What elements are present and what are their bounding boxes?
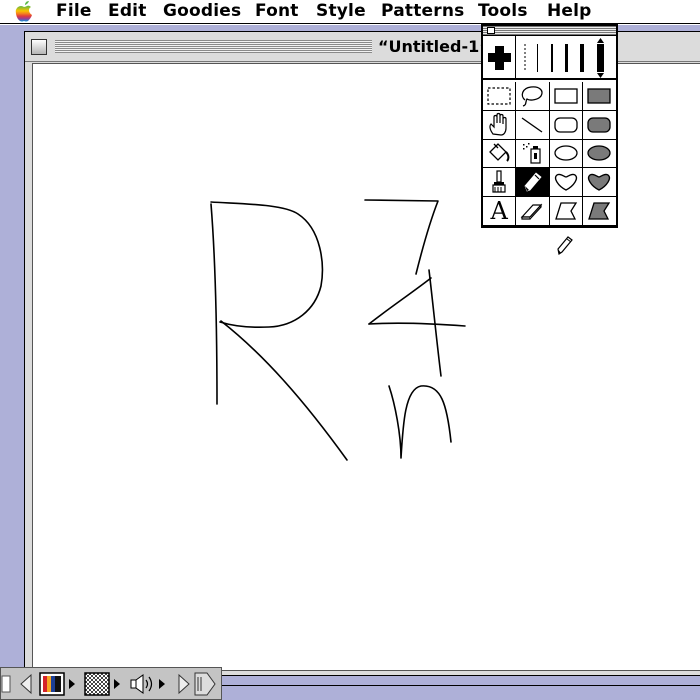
lasso-icon [522, 86, 543, 107]
title-bar-stripes [55, 40, 375, 53]
filled-oval-tool[interactable] [582, 139, 616, 169]
control-strip [0, 667, 222, 700]
tool-grid: A [483, 82, 616, 226]
filled-freeform-shape-icon [588, 174, 611, 192]
stroke-seven [364, 199, 439, 275]
text-tool-icon: A [490, 197, 508, 226]
palette-close-icon[interactable] [487, 27, 495, 34]
grabber-hand-tool[interactable] [483, 110, 517, 140]
speaker-volume-icon[interactable] [128, 671, 172, 697]
palette-top-row [483, 36, 616, 80]
stroke-r-leg [220, 320, 348, 461]
stroke-r-bowl [210, 201, 324, 329]
stroke-four-stem [428, 269, 442, 377]
filled-polygon-icon [588, 202, 611, 220]
filled-rounded-rectangle-icon [587, 117, 612, 133]
text-tool[interactable]: A [483, 197, 517, 226]
rectangle-tool[interactable] [549, 82, 583, 111]
polygon-tool[interactable] [549, 197, 583, 226]
menu-edit[interactable]: Edit [108, 0, 147, 24]
oval-tool[interactable] [549, 139, 583, 169]
paintbrush-icon [492, 170, 506, 193]
menu-help[interactable]: Help [547, 0, 592, 24]
menu-bar: File Edit Goodies Font Style Patterns To… [0, 0, 700, 24]
menu-style[interactable]: Style [316, 0, 366, 24]
window-title: “Untitled-1” [372, 36, 496, 58]
menu-patterns[interactable]: Patterns [381, 0, 464, 24]
menu-goodies[interactable]: Goodies [163, 0, 241, 24]
spray-can-tool[interactable] [516, 139, 550, 169]
filled-freeform-shape-tool[interactable] [582, 168, 616, 198]
crosshair-icon [488, 46, 511, 70]
filled-rounded-rectangle-tool[interactable] [582, 110, 616, 140]
control-strip-baseline [222, 685, 700, 686]
eraser-icon [521, 203, 543, 220]
palette-title-bar[interactable] [483, 26, 616, 36]
line-tool[interactable] [516, 110, 550, 140]
monitor-colors-icon[interactable] [38, 671, 82, 697]
filled-rectangle-icon [587, 88, 612, 104]
rectangle-icon [553, 88, 578, 104]
close-box-icon[interactable] [31, 39, 47, 55]
stroke-r-stem [210, 203, 218, 405]
pattern-icon[interactable] [83, 671, 127, 697]
grabber-hand-icon [489, 112, 507, 136]
collapse-arrow-icon[interactable] [1, 671, 39, 697]
pencil-icon [524, 172, 542, 192]
rounded-rectangle-tool[interactable] [549, 110, 583, 140]
oval-icon [553, 145, 578, 162]
scroll-arrow-icon[interactable] [173, 671, 221, 697]
pencil-cursor-icon [557, 236, 573, 255]
filled-rectangle-tool[interactable] [582, 82, 616, 111]
selection-rectangle-icon [487, 87, 511, 105]
stroke-n [388, 385, 452, 459]
apple-menu[interactable] [0, 0, 40, 24]
paintbrush-tool[interactable] [483, 168, 517, 198]
stroke-four-diagonal [368, 277, 432, 325]
selection-tool[interactable] [483, 82, 517, 111]
paint-bucket-tool[interactable] [483, 139, 517, 169]
paint-bucket-icon [489, 143, 510, 163]
eraser-tool[interactable] [516, 197, 550, 226]
rounded-rectangle-icon [553, 117, 578, 133]
filled-polygon-tool[interactable] [582, 197, 616, 226]
freeform-shape-tool[interactable] [549, 168, 583, 198]
line-width-selector[interactable] [517, 36, 616, 80]
line-width-selector-icon [524, 38, 604, 78]
filled-oval-icon [587, 145, 612, 162]
menu-file[interactable]: File [56, 0, 92, 24]
menu-font[interactable]: Font [255, 0, 299, 24]
rainbow-apple-icon [15, 0, 32, 22]
stroke-four-bar [368, 322, 466, 327]
line-icon [522, 117, 543, 133]
menu-tools[interactable]: Tools [478, 0, 528, 24]
lasso-tool[interactable] [516, 82, 550, 111]
spray-can-icon [523, 143, 541, 165]
crosshair-tool[interactable] [483, 36, 516, 80]
tools-palette[interactable]: A [481, 24, 618, 228]
polygon-icon [554, 202, 577, 220]
freeform-shape-icon [554, 174, 577, 192]
pencil-tool[interactable] [516, 168, 550, 198]
